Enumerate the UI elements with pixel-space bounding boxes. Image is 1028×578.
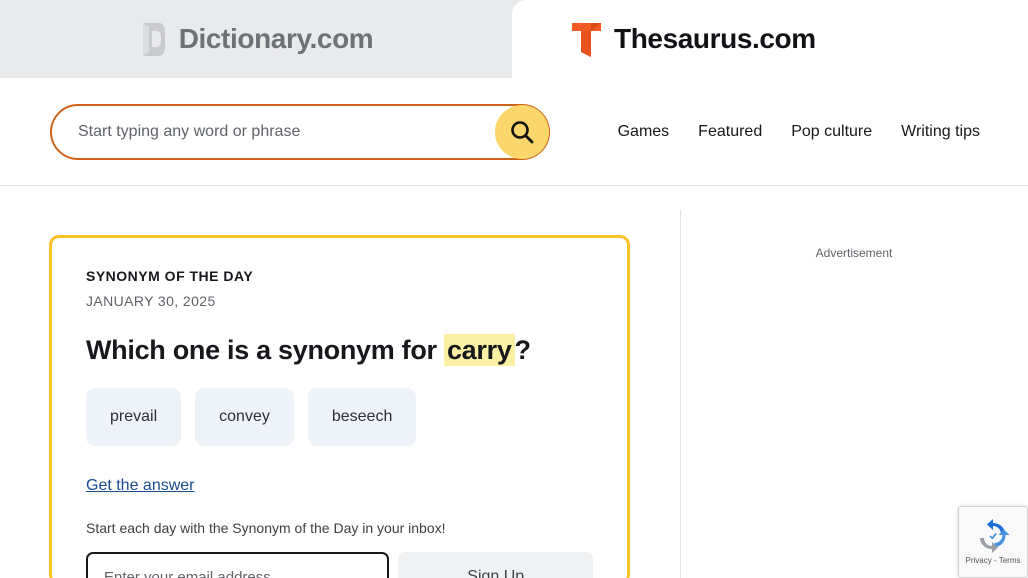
dictionary-logo: Dictionary.com [139, 22, 374, 57]
nav-item-pop-culture[interactable]: Pop culture [791, 123, 872, 141]
synonym-of-the-day-card: SYNONYM OF THE DAY JANUARY 30, 2025 Whic… [49, 235, 630, 578]
page-root: Dictionary.com Thesaurus.com Start typin… [0, 0, 1028, 578]
thesaurus-t-icon [572, 21, 602, 57]
question-suffix: ? [514, 335, 532, 365]
recaptcha-badge[interactable]: Privacy - Terms [958, 506, 1028, 578]
main-content: SYNONYM OF THE DAY JANUARY 30, 2025 Whic… [0, 186, 1028, 578]
tab-dictionary[interactable]: Dictionary.com [0, 0, 512, 78]
recaptcha-terms-text[interactable]: Privacy - Terms [966, 556, 1021, 565]
search-bar[interactable] [50, 104, 550, 160]
card-eyebrow: SYNONYM OF THE DAY [86, 268, 254, 284]
quiz-choice-convey[interactable]: convey [195, 388, 294, 446]
nav-item-games[interactable]: Games [618, 123, 670, 141]
quiz-question: Which one is a synonym for carry? [86, 334, 593, 366]
site-header: Games Featured Pop culture Writing tips [0, 78, 1028, 186]
recaptcha-icon [976, 519, 1010, 553]
search-button[interactable] [495, 105, 549, 159]
thesaurus-wordmark: Thesaurus.com [614, 23, 816, 54]
thesaurus-logo: Thesaurus.com [572, 21, 816, 57]
quiz-choices: prevail convey beseech [86, 388, 593, 446]
sign-up-button[interactable]: Sign Up [398, 552, 593, 578]
nav-item-featured[interactable]: Featured [698, 123, 762, 141]
quiz-choice-prevail[interactable]: prevail [86, 388, 182, 446]
tab-thesaurus[interactable]: Thesaurus.com [512, 0, 1028, 78]
email-input[interactable] [86, 552, 390, 578]
dictionary-wordmark: Dictionary.com [178, 23, 374, 54]
search-icon [509, 119, 535, 145]
nav-item-writing-tips[interactable]: Writing tips [901, 123, 980, 141]
content-ad-divider [680, 210, 681, 578]
card-date: JANUARY 30, 2025 [86, 293, 216, 309]
quiz-choice-beseech[interactable]: beseech [307, 388, 417, 446]
dictionary-book-icon [139, 22, 166, 57]
newsletter-copy: Start each day with the Synonym of the D… [86, 520, 446, 536]
main-navigation: Games Featured Pop culture Writing tips [618, 78, 980, 186]
advertisement-label: Advertisement [815, 246, 893, 260]
question-highlight-word: carry [443, 334, 515, 366]
search-input[interactable] [52, 106, 495, 158]
newsletter-signup-form: Sign Up [86, 552, 593, 578]
get-the-answer-link[interactable]: Get the answer [86, 477, 195, 495]
site-tab-bar: Dictionary.com Thesaurus.com [0, 0, 1028, 78]
question-prefix: Which one is a synonym for [86, 335, 444, 365]
